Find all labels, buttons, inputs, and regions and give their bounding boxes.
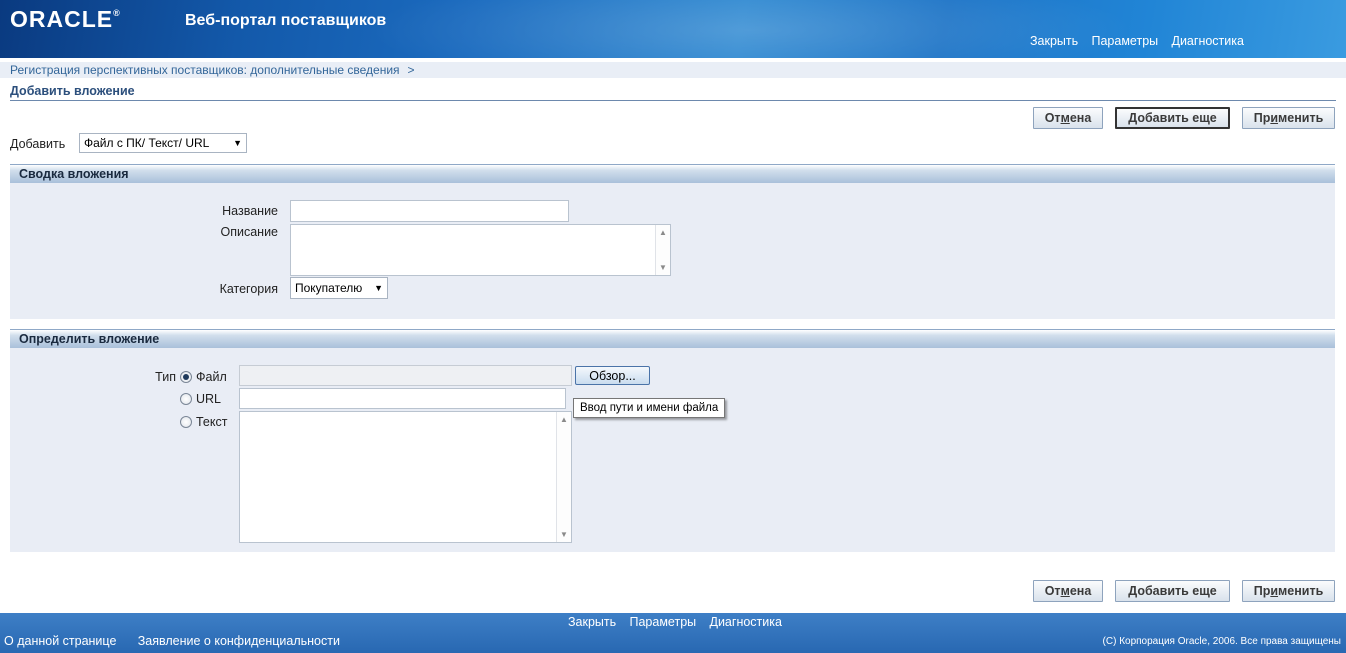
browse-button[interactable]: Обзор... bbox=[575, 366, 650, 385]
privacy-statement-link[interactable]: Заявление о конфиденциальности bbox=[138, 634, 340, 648]
summary-section-header: Сводка вложения bbox=[10, 164, 1335, 183]
dropdown-arrow-icon: ▼ bbox=[233, 138, 242, 148]
oracle-logo: ORACLE® bbox=[10, 6, 121, 33]
scroll-down-icon[interactable]: ▼ bbox=[659, 263, 667, 272]
title-divider bbox=[10, 100, 1336, 101]
category-selected: Покупателю bbox=[295, 281, 363, 295]
file-radio-label: Файл bbox=[196, 370, 227, 384]
add-type-selected: Файл с ПК/ Текст/ URL bbox=[84, 136, 210, 150]
preferences-link[interactable]: Параметры bbox=[1092, 34, 1159, 48]
description-textarea[interactable]: ▲ ▼ bbox=[290, 224, 671, 276]
text-textarea[interactable]: ▲ ▼ bbox=[239, 411, 572, 543]
scroll-up-icon[interactable]: ▲ bbox=[659, 228, 667, 237]
footer-diagnostics-link[interactable]: Диагностика bbox=[709, 615, 781, 629]
breadcrumb-bar: Регистрация перспективных поставщиков: д… bbox=[0, 62, 1346, 78]
add-type-select[interactable]: Файл с ПК/ Текст/ URL ▼ bbox=[79, 133, 247, 153]
category-select[interactable]: Покупателю ▼ bbox=[290, 277, 388, 299]
add-more-button-top[interactable]: Добавить еще bbox=[1115, 107, 1230, 129]
text-scrollbar[interactable]: ▲ ▼ bbox=[556, 412, 571, 542]
footer-preferences-link[interactable]: Параметры bbox=[630, 615, 697, 629]
file-path-input[interactable] bbox=[239, 365, 572, 386]
breadcrumb: Регистрация перспективных поставщиков: д… bbox=[10, 63, 415, 77]
url-radio-label: URL bbox=[196, 392, 222, 406]
text-radio[interactable] bbox=[180, 416, 192, 428]
app-title: Веб-портал поставщиков bbox=[185, 12, 387, 29]
name-field[interactable] bbox=[290, 200, 569, 222]
cancel-button-bottom[interactable]: Отмена bbox=[1033, 580, 1103, 602]
summary-section-title: Сводка вложения bbox=[19, 167, 129, 181]
close-link[interactable]: Закрыть bbox=[1030, 34, 1078, 48]
footer-close-link[interactable]: Закрыть bbox=[568, 615, 616, 629]
category-label: Категория bbox=[219, 282, 278, 296]
about-page-link[interactable]: О данной странице bbox=[4, 634, 116, 648]
scroll-down-icon[interactable]: ▼ bbox=[560, 530, 568, 539]
file-radio[interactable] bbox=[180, 371, 192, 383]
copyright-text: (C) Корпорация Oracle, 2006. Все права з… bbox=[1102, 636, 1341, 647]
description-scrollbar[interactable]: ▲ ▼ bbox=[655, 225, 670, 275]
global-links: Закрыть Параметры Диагностика bbox=[1030, 34, 1254, 48]
dropdown-arrow-icon: ▼ bbox=[374, 283, 383, 293]
define-section-title: Определить вложение bbox=[19, 332, 160, 346]
page-footer: Закрыть Параметры Диагностика О данной с… bbox=[0, 613, 1346, 653]
apply-button-top[interactable]: Применить bbox=[1242, 107, 1335, 129]
page-title: Добавить вложение bbox=[10, 84, 135, 98]
cancel-button-top[interactable]: Отмена bbox=[1033, 107, 1103, 129]
footer-global-links: Закрыть Параметры Диагностика bbox=[568, 615, 792, 629]
type-label: Тип bbox=[155, 370, 176, 384]
description-label: Описание bbox=[220, 225, 278, 239]
page-header: ORACLE® Веб-портал поставщиков Закрыть П… bbox=[0, 0, 1346, 58]
url-radio[interactable] bbox=[180, 393, 192, 405]
breadcrumb-link-registration[interactable]: Регистрация перспективных поставщиков: д… bbox=[10, 63, 400, 77]
add-more-button-bottom[interactable]: Добавить еще bbox=[1115, 580, 1230, 602]
define-section-header: Определить вложение bbox=[10, 329, 1335, 348]
registered-mark: ® bbox=[113, 8, 121, 18]
logo-text: ORACLE bbox=[10, 6, 114, 32]
name-label: Название bbox=[222, 204, 278, 218]
diagnostics-link[interactable]: Диагностика bbox=[1171, 34, 1243, 48]
text-radio-label: Текст bbox=[196, 415, 228, 429]
url-input[interactable] bbox=[239, 388, 566, 409]
footer-info-links: О данной странице Заявление о конфиденци… bbox=[4, 634, 358, 648]
file-path-tooltip: Ввод пути и имени файла bbox=[573, 398, 726, 418]
breadcrumb-separator: > bbox=[407, 63, 415, 77]
apply-button-bottom[interactable]: Применить bbox=[1242, 580, 1335, 602]
add-type-label: Добавить bbox=[10, 137, 66, 151]
scroll-up-icon[interactable]: ▲ bbox=[560, 415, 568, 424]
